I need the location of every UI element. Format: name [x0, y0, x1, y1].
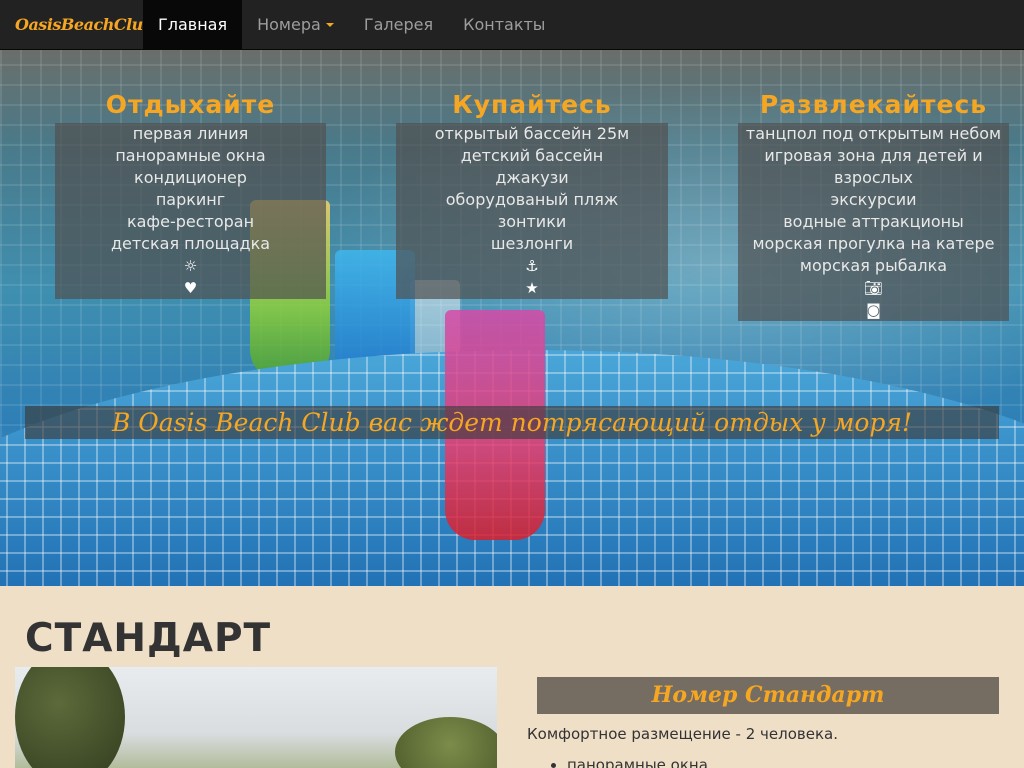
- tree-image: [395, 717, 497, 768]
- hero-section: Отдыхайте первая линия панорамные окна к…: [0, 50, 1024, 586]
- list-item: открытый бассейн 25м: [434, 124, 630, 143]
- nav-item-rooms-label: Номера: [257, 15, 321, 34]
- rooms-section: СТАНДАРТ Номер Стандарт Комфортное разме…: [0, 586, 1024, 768]
- list-item: первая линия: [132, 124, 249, 143]
- feature-list: первая линия панорамные окна кондиционер…: [55, 123, 326, 299]
- sun-icon: ☼: [183, 257, 198, 275]
- feature-panel-swim: Купайтесь открытый бассейн 25м детский б…: [396, 87, 668, 299]
- heart-icon: ♥: [183, 279, 198, 297]
- list-item: взрослых: [833, 168, 913, 187]
- list-item: панорамные окна: [115, 146, 266, 165]
- navbar: OasisBeachClub Главная Номера Галерея Ко…: [0, 0, 1024, 50]
- list-item: паркинг: [155, 190, 226, 209]
- feature-list: открытый бассейн 25м детский бассейн джа…: [396, 123, 668, 299]
- nav-item-gallery[interactable]: Галерея: [349, 0, 448, 49]
- list-item: игровая зона для детей и: [764, 146, 983, 165]
- panel-title: Купайтесь: [452, 90, 612, 119]
- list-item: танцпол под открытым небом: [745, 124, 1002, 143]
- list-item: кафе-ресторан: [126, 212, 255, 231]
- feature-panel-entertain: Развлекайтесь танцпол под открытым небом…: [738, 87, 1009, 321]
- list-item: оборудованый пляж: [445, 190, 619, 209]
- list-item: панорамные окна: [567, 756, 708, 768]
- list-item: морская рыбалка: [799, 256, 948, 275]
- list-item: морская прогулка на катере: [752, 234, 995, 253]
- anchor-icon: ⚓: [525, 257, 539, 275]
- room-description: Комфортное размещение - 2 человека.: [527, 725, 838, 743]
- room-feature-list: панорамные окна: [567, 756, 708, 768]
- hero-banner: В Oasis Beach Club вас ждет потрясающий …: [25, 406, 999, 439]
- list-item: детский бассейн: [460, 146, 604, 165]
- section-title: СТАНДАРТ: [25, 616, 272, 661]
- feature-list: танцпол под открытым небом игровая зона …: [738, 123, 1009, 321]
- caret-down-icon: [325, 22, 334, 27]
- room-photo[interactable]: [15, 667, 497, 768]
- list-item: джакузи: [495, 168, 569, 187]
- panel-title: Развлекайтесь: [759, 90, 988, 119]
- instagram-icon: ◙: [866, 301, 881, 319]
- nav-item-rooms[interactable]: Номера: [242, 0, 349, 49]
- feature-panel-relax: Отдыхайте первая линия панорамные окна к…: [55, 87, 326, 299]
- nav-item-home[interactable]: Главная: [143, 0, 243, 49]
- list-item: экскурсии: [830, 190, 917, 209]
- brand-logo[interactable]: OasisBeachClub: [0, 0, 154, 49]
- room-card-title: Номер Стандарт: [537, 677, 999, 714]
- panel-title: Отдыхайте: [105, 90, 276, 119]
- list-item: кондиционер: [134, 168, 247, 187]
- list-item: детская площадка: [110, 234, 271, 253]
- star-icon: ★: [525, 279, 539, 297]
- list-item: шезлонги: [490, 234, 574, 253]
- list-item: водные аттракционы: [783, 212, 964, 231]
- list-item: зонтики: [497, 212, 567, 231]
- tree-image: [15, 667, 125, 768]
- camera-icon: 📷︎: [863, 279, 884, 297]
- nav-item-contacts[interactable]: Контакты: [448, 0, 560, 49]
